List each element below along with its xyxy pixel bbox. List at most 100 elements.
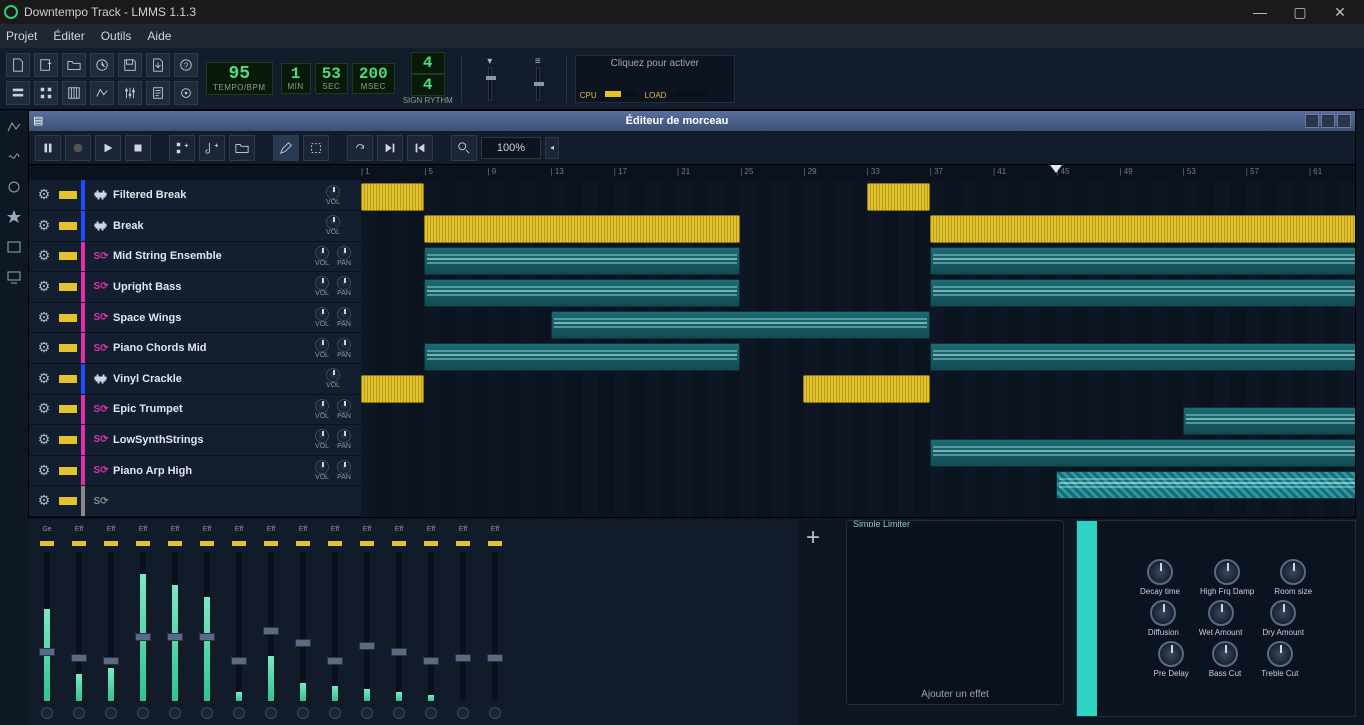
mixer-send-knob[interactable] bbox=[265, 707, 277, 719]
mixer-channel[interactable]: Eff bbox=[128, 526, 158, 719]
track-header[interactable]: BreakVOL bbox=[29, 211, 361, 242]
timeline-area[interactable]: | 1| 5| 9| 13| 17| 21| 25| 29| 33| 37| 4… bbox=[361, 165, 1355, 517]
reverb-knob[interactable] bbox=[1267, 641, 1293, 667]
midi-clip[interactable] bbox=[1183, 407, 1355, 435]
mixer-channel-mute[interactable] bbox=[488, 541, 502, 546]
pan-knob[interactable] bbox=[337, 460, 351, 474]
pan-knob[interactable] bbox=[337, 338, 351, 352]
bb-editor-button[interactable] bbox=[34, 81, 58, 105]
mixer-channel-mute[interactable] bbox=[296, 541, 310, 546]
mixer-channel[interactable]: Eff bbox=[384, 526, 414, 719]
mixer-channel-mute[interactable] bbox=[200, 541, 214, 546]
audio-clip[interactable] bbox=[361, 375, 424, 403]
mixer-channel[interactable]: Eff bbox=[288, 526, 318, 719]
track-header[interactable]: S⟳Upright BassVOLPAN bbox=[29, 272, 361, 303]
pan-knob[interactable] bbox=[337, 246, 351, 260]
track-gear-button[interactable] bbox=[29, 247, 59, 265]
mixer-channel-mute[interactable] bbox=[72, 541, 86, 546]
mixer-channel[interactable]: Eff bbox=[416, 526, 446, 719]
mixer-send-knob[interactable] bbox=[137, 707, 149, 719]
export-project-button[interactable] bbox=[146, 53, 170, 77]
track-header[interactable]: S⟳Space WingsVOLPAN bbox=[29, 303, 361, 334]
mixer-send-knob[interactable] bbox=[73, 707, 85, 719]
track-name-label[interactable]: Piano Arp High bbox=[113, 465, 297, 477]
track-header[interactable]: S⟳Piano Chords MidVOLPAN bbox=[29, 333, 361, 364]
synth-icon[interactable]: S⟳ bbox=[89, 465, 113, 476]
time-min-display[interactable]: 1 MIN bbox=[281, 63, 311, 94]
track-mute-button[interactable] bbox=[59, 252, 77, 260]
mixer-send-knob[interactable] bbox=[329, 707, 341, 719]
synth-icon[interactable]: S⟳ bbox=[89, 404, 113, 415]
add-sample-track-button[interactable] bbox=[199, 135, 225, 161]
track-name-label[interactable]: Break bbox=[113, 220, 297, 232]
reverb-knob[interactable] bbox=[1270, 600, 1296, 626]
track-gear-button[interactable] bbox=[29, 278, 59, 296]
timeline-ruler[interactable]: | 1| 5| 9| 13| 17| 21| 25| 29| 33| 37| 4… bbox=[361, 165, 1355, 181]
pause-button[interactable] bbox=[35, 135, 61, 161]
track-header[interactable]: S⟳ bbox=[29, 486, 361, 517]
mixer-channel-mute[interactable] bbox=[424, 541, 438, 546]
master-volume-slider[interactable]: ▾ bbox=[470, 55, 510, 103]
waveform-icon[interactable] bbox=[89, 187, 113, 203]
track-lane[interactable] bbox=[361, 501, 1355, 517]
recent-projects-button[interactable] bbox=[90, 53, 114, 77]
midi-clip[interactable] bbox=[551, 311, 930, 339]
close-button[interactable]: ✕ bbox=[1320, 0, 1360, 24]
zoom-level-display[interactable]: 100% bbox=[481, 137, 541, 159]
pan-knob[interactable] bbox=[337, 429, 351, 443]
track-gear-button[interactable] bbox=[29, 492, 59, 510]
timesig-num-display[interactable]: 4 bbox=[411, 52, 445, 74]
vol-knob[interactable] bbox=[315, 307, 329, 321]
tempo-value[interactable]: 95 bbox=[213, 65, 266, 83]
track-lane[interactable] bbox=[361, 437, 1355, 469]
mixer-send-knob[interactable] bbox=[489, 707, 501, 719]
mixer-channel[interactable]: Eff bbox=[480, 526, 510, 719]
favorites-tab-icon[interactable] bbox=[5, 208, 23, 226]
mixer-channel-mute[interactable] bbox=[264, 541, 278, 546]
maximize-button[interactable]: ▢ bbox=[1280, 0, 1320, 24]
play-button[interactable] bbox=[95, 135, 121, 161]
track-header[interactable]: S⟳LowSynthStringsVOLPAN bbox=[29, 425, 361, 456]
synth-icon[interactable]: S⟳ bbox=[89, 496, 113, 507]
fx-chain-box[interactable]: Simple Limiter Ajouter un effet bbox=[846, 520, 1064, 705]
track-mute-button[interactable] bbox=[59, 222, 77, 230]
minimize-button[interactable]: — bbox=[1240, 0, 1280, 24]
add-bb-track-button[interactable] bbox=[169, 135, 195, 161]
track-gear-button[interactable] bbox=[29, 309, 59, 327]
vol-knob[interactable] bbox=[326, 368, 340, 382]
mixer-channel[interactable]: Eff bbox=[224, 526, 254, 719]
audio-clip[interactable] bbox=[867, 183, 930, 211]
add-automation-track-button[interactable] bbox=[229, 135, 255, 161]
track-gear-button[interactable] bbox=[29, 400, 59, 418]
presets-tab-icon[interactable] bbox=[5, 178, 23, 196]
track-name-label[interactable]: LowSynthStrings bbox=[113, 434, 297, 446]
mixer-channel-mute[interactable] bbox=[328, 541, 342, 546]
mixer-channel[interactable]: Eff bbox=[64, 526, 94, 719]
reverb-knob[interactable] bbox=[1214, 559, 1240, 585]
midi-clip[interactable] bbox=[424, 247, 740, 275]
track-gear-button[interactable] bbox=[29, 370, 59, 388]
synth-icon[interactable]: S⟳ bbox=[89, 343, 113, 354]
menu-aide[interactable]: Aide bbox=[147, 29, 171, 43]
mixer-channel-mute[interactable] bbox=[232, 541, 246, 546]
track-name-label[interactable]: Epic Trumpet bbox=[113, 403, 297, 415]
mixer-send-knob[interactable] bbox=[457, 707, 469, 719]
midi-clip[interactable] bbox=[930, 343, 1355, 371]
vol-knob[interactable] bbox=[315, 460, 329, 474]
tempo-display[interactable]: 95 TEMPO/BPM bbox=[206, 62, 273, 95]
mixer-send-knob[interactable] bbox=[361, 707, 373, 719]
vol-knob[interactable] bbox=[315, 246, 329, 260]
mixer-fader[interactable] bbox=[428, 552, 434, 701]
song-editor-minimize-button[interactable] bbox=[1305, 114, 1319, 128]
draw-mode-button[interactable] bbox=[273, 135, 299, 161]
timesig-den-display[interactable]: 4 bbox=[411, 74, 445, 96]
waveform-icon[interactable] bbox=[89, 371, 113, 387]
track-lane[interactable] bbox=[361, 181, 1355, 213]
mixer-channel[interactable]: Eff bbox=[160, 526, 190, 719]
song-editor-titlebar[interactable]: ▤ Éditeur de morceau bbox=[29, 111, 1355, 131]
mixer-fader[interactable] bbox=[460, 552, 466, 701]
song-editor-maximize-button[interactable] bbox=[1321, 114, 1335, 128]
skip-start-button[interactable] bbox=[407, 135, 433, 161]
audio-clip[interactable] bbox=[930, 215, 1355, 243]
mixer-fader[interactable] bbox=[236, 552, 242, 701]
